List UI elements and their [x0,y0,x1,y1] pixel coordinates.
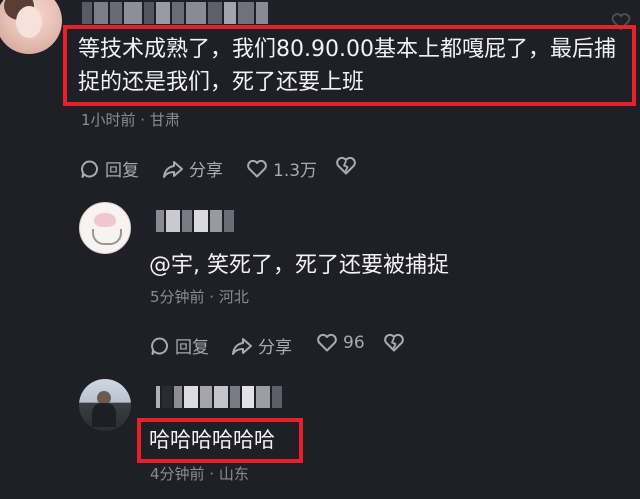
dislike-button[interactable] [383,333,405,353]
like-button[interactable]: 1.3万 [246,156,317,181]
dislike-icon [384,333,404,352]
comment-meta: 5分钟前 · 河北 [150,288,249,306]
reply-button[interactable]: 回复 [150,333,209,358]
reply-icon [81,160,98,178]
comment-meta: 1小时前 · 甘肃 [81,111,180,129]
comment-text: @宇, 笑死了，死了还要被捕捉 [149,253,449,278]
reply-label: 回复 [105,161,139,181]
share-label: 分享 [189,161,223,181]
username-blurred[interactable] [82,2,268,24]
avatar[interactable] [79,202,131,254]
share-button[interactable]: 分享 [162,156,223,181]
username-blurred[interactable] [156,386,282,408]
share-label: 分享 [258,338,292,358]
share-icon [232,337,252,355]
comment-text: 哈哈哈哈哈哈 [149,428,275,452]
comment-text: 等技术成熟了，我们80.90.00基本上都嘎屁了，最后捕捉的还是我们，死了还要上… [78,37,616,95]
like-count: 96 [343,333,365,353]
like-count: 1.3万 [273,161,318,181]
reply-icon [151,337,168,355]
username-blurred[interactable] [156,210,234,232]
heart-icon [247,159,267,177]
dislike-button[interactable] [335,156,357,176]
reply-button[interactable]: 回复 [80,156,139,181]
share-icon [163,160,183,178]
comment-meta: 4分钟前 · 山东 [150,465,249,483]
like-button[interactable]: 96 [316,333,365,353]
share-button[interactable]: 分享 [231,333,292,358]
dislike-icon [336,156,356,175]
heart-icon [317,333,337,352]
reply-label: 回复 [175,338,209,358]
avatar[interactable] [79,379,131,431]
avatar[interactable] [0,0,62,54]
